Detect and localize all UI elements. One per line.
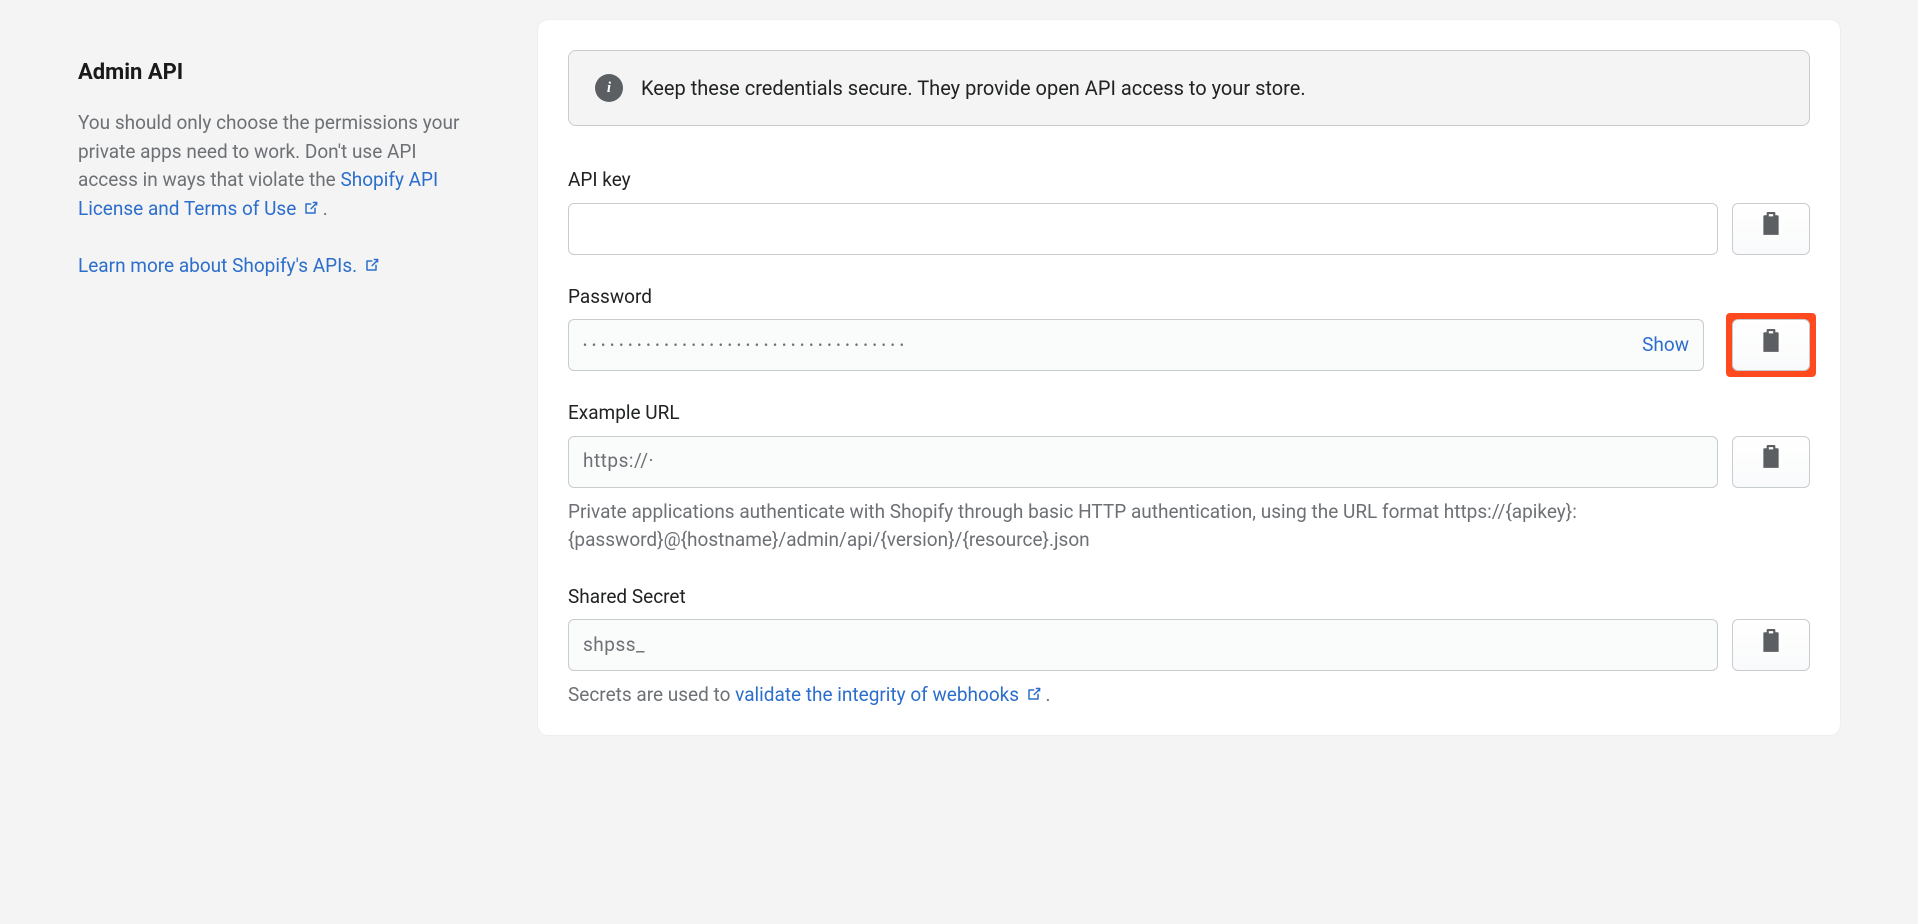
show-password-button[interactable]: Show bbox=[1642, 331, 1689, 360]
banner-text: Keep these credentials secure. They prov… bbox=[641, 73, 1306, 103]
external-link-icon bbox=[1026, 682, 1041, 711]
shared-secret-value: shpss_ bbox=[583, 631, 1703, 660]
api-key-input[interactable] bbox=[568, 203, 1718, 255]
info-icon: i bbox=[595, 74, 623, 102]
clipboard-icon bbox=[1760, 445, 1782, 478]
password-input[interactable]: •••••••••••••••••••••••••••••••••••• Sho… bbox=[568, 319, 1704, 371]
copy-shared-secret-button[interactable] bbox=[1732, 619, 1810, 671]
credentials-card: i Keep these credentials secure. They pr… bbox=[538, 20, 1840, 735]
field-example-url: Example URL https://· Private applicatio… bbox=[568, 399, 1810, 555]
shared-secret-label: Shared Secret bbox=[568, 583, 1810, 612]
clipboard-icon bbox=[1760, 329, 1782, 362]
password-label: Password bbox=[568, 283, 1810, 312]
copy-api-key-button[interactable] bbox=[1732, 203, 1810, 255]
shared-secret-help: Secrets are used to validate the integri… bbox=[568, 681, 1810, 711]
clipboard-icon bbox=[1760, 212, 1782, 245]
sidebar-title: Admin API bbox=[78, 56, 478, 89]
api-key-label: API key bbox=[568, 166, 1810, 195]
sidebar-description: You should only choose the permissions y… bbox=[78, 109, 478, 224]
learn-more-link[interactable]: Learn more about Shopify's APIs. bbox=[78, 254, 379, 277]
password-value: •••••••••••••••••••••••••••••••••••• bbox=[583, 336, 1630, 354]
admin-api-sidebar: Admin API You should only choose the per… bbox=[78, 20, 478, 310]
external-link-icon bbox=[303, 196, 318, 225]
shared-secret-input[interactable]: shpss_ bbox=[568, 619, 1718, 671]
field-shared-secret: Shared Secret shpss_ Secrets are used to… bbox=[568, 583, 1810, 711]
security-banner: i Keep these credentials secure. They pr… bbox=[568, 50, 1810, 126]
example-url-value: https://· bbox=[583, 447, 1703, 476]
field-api-key: API key bbox=[568, 166, 1810, 255]
validate-webhooks-link[interactable]: validate the integrity of webhooks bbox=[735, 683, 1045, 706]
field-password: Password •••••••••••••••••••••••••••••••… bbox=[568, 283, 1810, 372]
clipboard-icon bbox=[1760, 629, 1782, 662]
learn-more-paragraph: Learn more about Shopify's APIs. bbox=[78, 252, 478, 282]
example-url-help: Private applications authenticate with S… bbox=[568, 498, 1810, 555]
example-url-input[interactable]: https://· bbox=[568, 436, 1718, 488]
example-url-label: Example URL bbox=[568, 399, 1810, 428]
external-link-icon bbox=[364, 253, 379, 282]
copy-example-url-button[interactable] bbox=[1732, 436, 1810, 488]
copy-password-button[interactable] bbox=[1732, 319, 1810, 371]
